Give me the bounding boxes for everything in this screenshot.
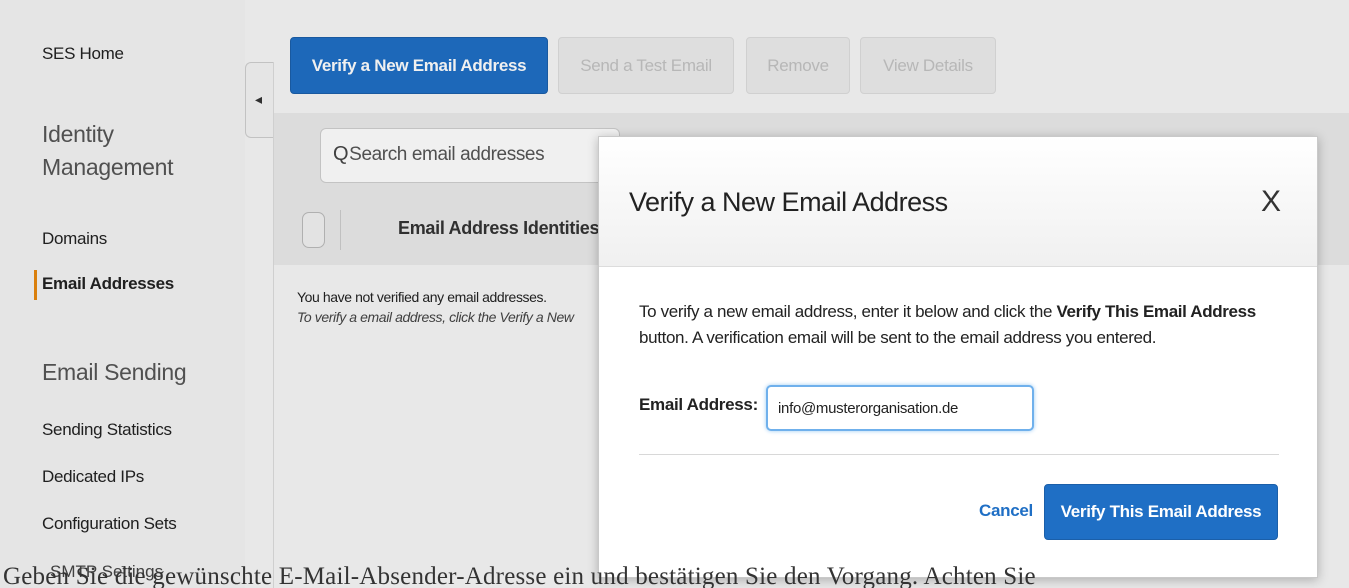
article-caption: Geben Sie die gewünschte E-Mail-Absender…: [3, 563, 1036, 588]
cancel-button[interactable]: Cancel: [979, 501, 1033, 521]
description-emphasis: Verify This Email Address: [1056, 302, 1256, 321]
verify-email-button[interactable]: Verify This Email Address: [1044, 484, 1278, 540]
email-field-label: Email Address:: [639, 395, 758, 414]
close-icon[interactable]: X: [1261, 185, 1281, 219]
description-text: button. A verification email will be sen…: [639, 328, 1157, 347]
description-text: To verify a new email address, enter it …: [639, 302, 1057, 321]
verify-email-dialog: Verify a New Email Address X To verify a…: [598, 136, 1318, 578]
dialog-description: To verify a new email address, enter it …: [639, 299, 1299, 351]
email-field[interactable]: [766, 385, 1034, 431]
dialog-header: Verify a New Email Address X: [599, 137, 1317, 267]
dialog-divider: [639, 454, 1279, 455]
dialog-title: Verify a New Email Address: [629, 187, 948, 217]
